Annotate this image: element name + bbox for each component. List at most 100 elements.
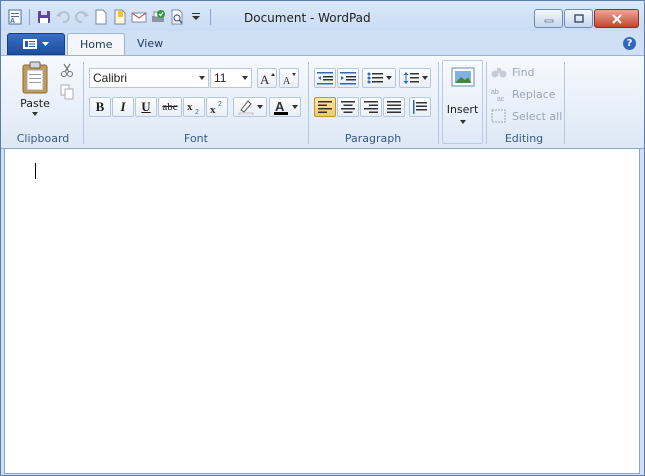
svg-text:A: A <box>275 99 285 114</box>
open-document-icon[interactable] <box>112 9 128 25</box>
tab-home[interactable]: Home <box>67 33 126 56</box>
font-group-label: Font <box>184 132 208 145</box>
justify-icon <box>387 101 401 113</box>
document-area[interactable] <box>4 148 640 474</box>
application-menu-button[interactable] <box>7 33 65 55</box>
subscript-icon: x2 <box>187 101 199 114</box>
app-menu-icon <box>23 39 37 49</box>
print-icon[interactable] <box>150 9 166 25</box>
scissors-icon <box>61 63 73 77</box>
bullet-list-icon <box>367 72 383 84</box>
svg-text:2: 2 <box>195 109 199 114</box>
save-icon[interactable] <box>36 9 52 25</box>
undo-icon[interactable] <box>55 9 71 25</box>
shrink-font-icon: A <box>283 73 296 85</box>
svg-text:x: x <box>187 101 193 113</box>
tab-view[interactable]: View <box>125 33 175 55</box>
select-all-label: Select all <box>512 109 563 123</box>
find-button[interactable]: Find <box>491 62 535 82</box>
redo-icon[interactable] <box>74 9 90 25</box>
subscript-button[interactable]: x2 <box>183 97 205 117</box>
email-icon[interactable] <box>131 9 147 25</box>
superscript-button[interactable]: x2 <box>206 97 228 117</box>
ribbon-tab-row: Home View ? <box>1 31 644 56</box>
group-separator <box>564 62 565 144</box>
replace-label: Replace <box>512 87 556 101</box>
svg-text:A: A <box>260 72 270 85</box>
justify-button[interactable] <box>383 97 405 117</box>
font-group: Calibri 11 A A B I U abc x2 x2 A Font <box>85 56 307 148</box>
maximize-icon <box>573 13 584 23</box>
new-document-icon[interactable] <box>93 9 109 25</box>
find-label: Find <box>512 65 535 79</box>
group-separator <box>486 62 487 144</box>
underline-button[interactable]: U <box>135 97 157 117</box>
help-icon[interactable]: ? <box>623 37 636 50</box>
paragraph-group: Paragraph <box>310 56 436 148</box>
font-size-combo[interactable]: 11 <box>210 68 252 88</box>
line-spacing-button[interactable] <box>399 68 431 88</box>
text-cursor <box>35 163 36 179</box>
chevron-down-icon <box>256 105 263 109</box>
insert-button[interactable]: Insert <box>442 60 483 144</box>
insert-dropdown-arrow <box>459 120 466 124</box>
window-title: Document - WordPad <box>244 11 371 25</box>
replace-button[interactable]: ab ac Replace <box>491 84 556 104</box>
maximize-button[interactable] <box>564 9 593 28</box>
copy-button[interactable] <box>59 84 75 100</box>
chevron-down-icon <box>242 76 248 80</box>
svg-text:ab: ab <box>491 89 499 96</box>
chevron-down-icon <box>291 105 298 109</box>
paste-dropdown-arrow[interactable] <box>32 112 38 116</box>
italic-button[interactable]: I <box>112 97 134 117</box>
strikethrough-button[interactable]: abc <box>158 97 182 117</box>
align-center-icon <box>341 101 355 113</box>
font-family-value: Calibri <box>93 71 128 85</box>
align-left-icon <box>318 101 332 113</box>
svg-text:A: A <box>10 18 15 25</box>
decrease-indent-icon <box>317 72 333 85</box>
decrease-indent-button[interactable] <box>314 68 336 88</box>
paragraph-group-label: Paragraph <box>344 132 402 145</box>
editing-group-label: Editing <box>504 132 544 145</box>
align-right-button[interactable] <box>360 97 382 117</box>
select-all-button[interactable]: Select all <box>491 106 562 126</box>
close-button[interactable] <box>594 9 639 28</box>
minimize-button[interactable] <box>534 9 563 28</box>
customize-qat-icon[interactable] <box>188 9 204 25</box>
font-color-button[interactable]: A <box>269 97 301 117</box>
svg-text:A: A <box>283 76 291 85</box>
grow-font-button[interactable]: A <box>257 68 277 88</box>
insert-label: Insert <box>446 103 479 116</box>
select-all-icon <box>491 109 506 123</box>
bold-button[interactable]: B <box>89 97 111 117</box>
wordpad-app-icon[interactable]: A <box>7 9 23 25</box>
bullet-list-button[interactable] <box>362 68 396 88</box>
superscript-icon: x2 <box>210 101 222 114</box>
chevron-down-icon <box>421 76 428 80</box>
binoculars-icon <box>491 68 507 78</box>
group-separator <box>438 62 439 144</box>
chevron-down-icon <box>42 41 49 46</box>
ribbon-home: Paste Clipboard Calibri 11 A A B I U abc… <box>1 55 644 149</box>
print-preview-icon[interactable] <box>169 9 185 25</box>
chevron-down-icon <box>385 76 392 80</box>
shrink-font-button[interactable]: A <box>279 68 299 88</box>
highlighter-icon <box>238 100 253 115</box>
align-left-button[interactable] <box>314 97 336 117</box>
align-center-button[interactable] <box>337 97 359 117</box>
cut-button[interactable] <box>59 62 75 78</box>
paragraph-icon <box>413 100 427 114</box>
highlight-color-button[interactable] <box>233 97 267 117</box>
paragraph-settings-button[interactable] <box>409 97 431 117</box>
group-separator <box>308 62 309 144</box>
increase-indent-button[interactable] <box>337 68 359 88</box>
paste-label: Paste <box>20 97 50 110</box>
qat-separator <box>210 9 211 25</box>
group-separator <box>83 62 84 144</box>
title-bar: A Document - WordPad <box>1 1 644 31</box>
font-family-combo[interactable]: Calibri <box>89 68 209 88</box>
increase-indent-icon <box>340 72 356 85</box>
wordpad-window: A Document - WordPad Home View ? Paste C… <box>0 0 645 476</box>
paste-button[interactable]: Paste <box>15 60 55 124</box>
